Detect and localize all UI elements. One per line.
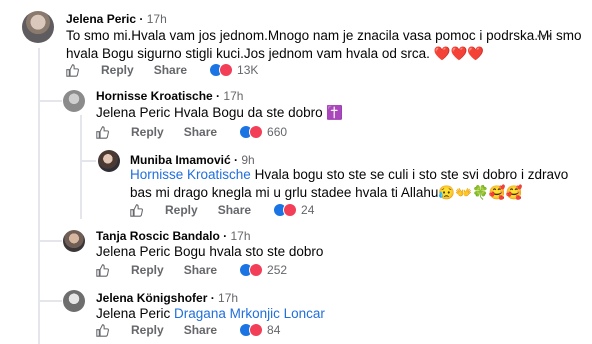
thread-connector [80, 160, 96, 162]
share-button[interactable]: Share [154, 63, 187, 77]
avatar[interactable] [63, 230, 85, 252]
comment-actions: Reply Share 84 [96, 323, 280, 337]
thread-connector [38, 240, 62, 242]
reactions[interactable]: 252 [239, 263, 287, 277]
thumbs-up-icon[interactable] [96, 263, 109, 277]
love-reaction-icon [249, 125, 264, 139]
comment-time[interactable]: 17h [230, 229, 250, 243]
comment-author[interactable]: Tanja Roscic Bandalo · 17h [96, 229, 251, 243]
comment-author[interactable]: Muniba Imamović · 9h [130, 153, 255, 167]
share-button[interactable]: Share [184, 263, 217, 277]
comment-actions: Reply Share 24 [130, 203, 314, 217]
mention-link[interactable]: Hornisse Kroatische [130, 167, 251, 182]
comment-time[interactable]: 17h [223, 89, 243, 103]
comment-line: To smo mi.Hvala vam jos jednom.Mnogo nam… [66, 28, 582, 43]
comment-author[interactable]: Jelena Peric · 17h [66, 12, 167, 26]
love-reaction-icon [219, 63, 234, 77]
reply-button[interactable]: Reply [131, 323, 164, 337]
avatar[interactable] [63, 290, 85, 312]
more-options-icon[interactable]: ⋯ [536, 26, 552, 46]
reaction-count: 252 [267, 263, 288, 277]
share-button[interactable]: Share [184, 323, 217, 337]
avatar[interactable] [98, 150, 120, 172]
comment-text: Jelena Peric Dragana Mrkonjic Loncar [96, 306, 325, 321]
reactions[interactable]: 84 [239, 323, 280, 337]
reactions[interactable]: 13K [209, 63, 258, 77]
comment-line: bas mi drago knegla mi u grlu stadee hva… [130, 185, 523, 200]
comment-text: To smo mi.Hvala vam jos jednom.Mnogo nam… [66, 27, 581, 63]
reply-button[interactable]: Reply [131, 125, 164, 139]
reactions[interactable]: 24 [273, 203, 314, 217]
thread-connector [38, 100, 62, 102]
comment-text: Jelena Peric Hvala Bogu da ste dobro ✝️ [96, 105, 344, 120]
thumbs-up-icon[interactable] [96, 323, 109, 337]
thumbs-up-icon[interactable] [130, 203, 143, 217]
reply-button[interactable]: Reply [101, 63, 134, 77]
avatar[interactable] [63, 90, 85, 112]
reaction-count: 84 [267, 323, 281, 337]
comment-actions: Reply Share 13K [66, 63, 258, 77]
comment-text: Hornisse Kroatische Hvala bogu sto ste s… [130, 167, 569, 200]
thread-connector [38, 300, 62, 302]
comment-time[interactable]: 17h [147, 12, 167, 26]
comment-author[interactable]: Jelena Königshofer · 17h [96, 291, 238, 305]
reply-button[interactable]: Reply [131, 263, 164, 277]
comment-line: hvala Bogu sigurno stigli kuci.Jos jedno… [66, 46, 485, 61]
love-reaction-icon [249, 323, 264, 337]
reaction-count: 24 [301, 203, 315, 217]
comment-text: Jelena Peric Bogu hvala sto ste dobro [96, 244, 324, 259]
comment-time[interactable]: 9h [241, 153, 254, 167]
share-button[interactable]: Share [218, 203, 251, 217]
thread-line [80, 115, 82, 219]
comment-actions: Reply Share 660 [96, 125, 287, 139]
reaction-count: 660 [267, 125, 288, 139]
reply-button[interactable]: Reply [165, 203, 198, 217]
reactions[interactable]: 660 [239, 125, 287, 139]
love-reaction-icon [283, 203, 298, 217]
comment-time[interactable]: 17h [218, 291, 238, 305]
share-button[interactable]: Share [184, 125, 217, 139]
comment-actions: Reply Share 252 [96, 263, 287, 277]
comment-author[interactable]: Hornisse Kroatische · 17h [96, 89, 243, 103]
mention-link[interactable]: Dragana Mrkonjic Loncar [174, 306, 325, 321]
thumbs-up-icon[interactable] [66, 63, 79, 77]
thumbs-up-icon[interactable] [96, 125, 109, 139]
reaction-count: 13K [237, 63, 259, 77]
avatar[interactable] [22, 11, 54, 43]
love-reaction-icon [249, 263, 264, 277]
mention-link[interactable]: Jelena Peric [96, 105, 170, 120]
